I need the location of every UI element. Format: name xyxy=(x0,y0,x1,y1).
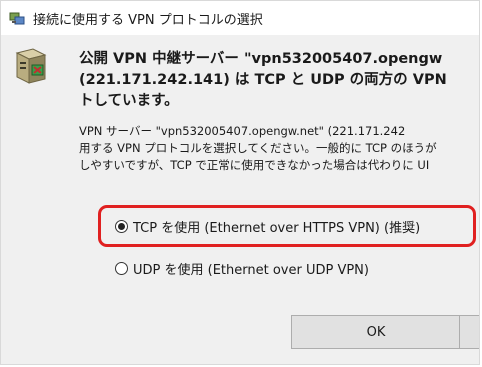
vpn-network-icon xyxy=(9,10,25,26)
title-bar: 接続に使用する VPN プロトコルの選択 xyxy=(1,1,479,35)
dialog-headline: 公開 VPN 中継サーバー "vpn532005407.opengw (221.… xyxy=(79,49,479,112)
tcp-option-label: TCP を使用 (Ethernet over HTTPS VPN) (推奨) xyxy=(133,221,421,236)
window-title: 接続に使用する VPN プロトコルの選択 xyxy=(33,13,263,28)
cancel-button[interactable] xyxy=(459,315,479,349)
dialog-content: 公開 VPN 中継サーバー "vpn532005407.opengw (221.… xyxy=(1,35,479,364)
udp-radio-button[interactable] xyxy=(115,262,128,275)
description-line-2: 用する VPN プロトコルを選択してください。一般的に TCP のほうが xyxy=(79,141,437,155)
dialog-description: VPN サーバー "vpn532005407.opengw.net" (221.… xyxy=(79,123,479,174)
headline-line-1: 公開 VPN 中継サーバー "vpn532005407.opengw xyxy=(79,51,443,67)
vpn-server-icon xyxy=(13,47,49,87)
udp-option-radio[interactable]: UDP を使用 (Ethernet over UDP VPN) xyxy=(115,259,369,278)
ok-button[interactable]: OK xyxy=(291,315,461,349)
tcp-radio-button[interactable] xyxy=(115,220,128,233)
description-line-1: VPN サーバー "vpn532005407.opengw.net" (221.… xyxy=(79,124,406,138)
headline-line-2: (221.171.242.141) は TCP と UDP の両方の VPN xyxy=(79,72,447,88)
dialog-window: 接続に使用する VPN プロトコルの選択 公開 VPN 中継サーバー "vpn5… xyxy=(0,0,480,365)
headline-line-3: トしています。 xyxy=(79,93,179,109)
description-line-3: しやすいですが、TCP で正常に使用できなかった場合は代わりに UI xyxy=(79,158,430,172)
udp-option-label: UDP を使用 (Ethernet over UDP VPN) xyxy=(133,263,369,278)
tcp-option-radio[interactable]: TCP を使用 (Ethernet over HTTPS VPN) (推奨) xyxy=(115,217,420,236)
